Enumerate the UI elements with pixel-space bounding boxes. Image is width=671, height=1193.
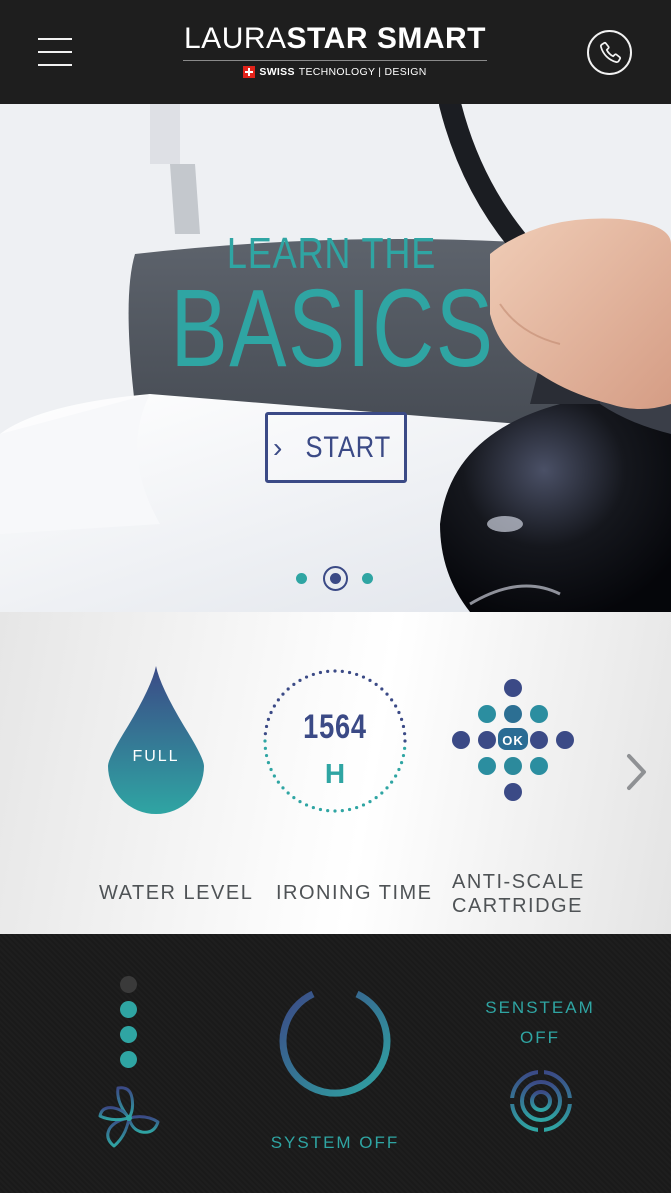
- ring-dot: [355, 805, 359, 810]
- ring-dot: [292, 682, 296, 686]
- ring-dot: [304, 675, 309, 679]
- ring-dot: [281, 692, 285, 696]
- diamond-dot: [504, 783, 522, 801]
- ring-dot: [340, 669, 344, 673]
- ring-dot: [399, 717, 404, 721]
- hero-banner: LEARN THE BASICS › START: [0, 104, 671, 612]
- chevron-right-icon[interactable]: [624, 752, 650, 792]
- ring-dot: [333, 669, 337, 673]
- ring-dot: [390, 698, 394, 702]
- diamond-dot: [556, 731, 574, 749]
- diamond-dot: [504, 705, 522, 723]
- diamond-dot: [478, 705, 496, 723]
- diamond-dot: [478, 757, 496, 775]
- anti-scale-value: OK: [502, 733, 524, 748]
- ring-dot: [403, 739, 407, 743]
- sensteam-state: OFF: [520, 1028, 560, 1047]
- ironing-hours-value: 1564: [303, 708, 367, 746]
- carousel-dot-1[interactable]: [296, 573, 307, 584]
- water-drop-icon: [108, 666, 204, 814]
- ring-dot: [318, 807, 323, 812]
- diamond-dot: [478, 731, 496, 749]
- hero-title: LEARN THE BASICS: [0, 230, 671, 390]
- system-status-label: SYSTEM OFF: [270, 1133, 400, 1152]
- ring-dot: [340, 809, 344, 813]
- ring-dot: [298, 678, 302, 682]
- ironing-time-label: IRONING TIME: [276, 882, 433, 904]
- brand-logo: LAURASTAR SMART SWISS TECHNOLOGY | DESIG…: [150, 24, 520, 78]
- diamond-dot: [530, 705, 548, 723]
- fan-icon[interactable]: [96, 1084, 162, 1154]
- carousel-dot-2-active[interactable]: [323, 566, 348, 591]
- anti-scale-label: ANTI-SCALE CARTRIDGE: [452, 871, 585, 917]
- ring-dot: [347, 670, 352, 675]
- fan-level-dot: [120, 1026, 137, 1043]
- ring-dot: [403, 746, 407, 750]
- hamburger-menu-icon[interactable]: [38, 38, 72, 66]
- start-button[interactable]: › START: [265, 412, 407, 483]
- ring-dot: [385, 692, 389, 696]
- phone-button[interactable]: [587, 30, 632, 75]
- ring-dot: [264, 753, 269, 758]
- water-level-label: WATER LEVEL: [99, 882, 254, 904]
- ring-dot: [292, 796, 296, 800]
- ring-dot: [326, 809, 330, 813]
- ring-dot: [326, 669, 330, 673]
- phone-icon: [599, 41, 621, 63]
- water-level-value: FULL: [132, 748, 180, 765]
- fan-level-dot: [120, 976, 137, 993]
- ring-dot: [397, 710, 401, 715]
- fan-level-dot: [120, 1001, 137, 1018]
- power-icon[interactable]: [273, 964, 397, 1104]
- swiss-flag-icon: [243, 66, 256, 78]
- carousel-indicator: [296, 566, 376, 591]
- ring-dot: [368, 678, 372, 682]
- target-icon[interactable]: [508, 1068, 574, 1134]
- app-header: LAURASTAR SMART SWISS TECHNOLOGY | DESIG…: [0, 0, 671, 104]
- sensteam-label: SENSTEAM: [485, 998, 595, 1017]
- hero-title-line2: BASICS: [170, 267, 495, 390]
- ring-dot: [269, 710, 273, 715]
- diamond-dot: [452, 731, 470, 749]
- ring-dot: [263, 739, 267, 743]
- ring-dot: [304, 803, 309, 807]
- ring-dot: [298, 800, 302, 804]
- brand-divider: [183, 60, 487, 61]
- diamond-dot: [504, 679, 522, 697]
- ring-dot: [286, 791, 290, 795]
- ring-dot: [264, 724, 269, 729]
- ring-dot: [401, 724, 406, 729]
- ring-dot: [380, 791, 384, 795]
- ring-dot: [263, 746, 267, 750]
- ring-dot: [374, 682, 378, 686]
- ring-dot: [403, 732, 407, 736]
- ring-dot: [286, 687, 290, 691]
- ring-dot: [263, 732, 267, 736]
- ironing-hours-unit: H: [324, 758, 346, 789]
- brand-name: LAURASTAR SMART: [184, 22, 486, 55]
- ring-dot: [266, 717, 271, 721]
- chevron-right-icon: ›: [273, 431, 283, 463]
- brand-tagline: SWISS TECHNOLOGY | DESIGN: [150, 66, 520, 78]
- ring-dot: [347, 807, 352, 812]
- ring-dot: [361, 675, 366, 679]
- ring-dot: [361, 803, 366, 807]
- controls-panel: SYSTEM OFF SENSTEAM OFF: [0, 934, 671, 1193]
- ring-dot: [333, 809, 337, 813]
- ring-dot: [276, 698, 280, 702]
- ring-dot: [374, 796, 378, 800]
- carousel-dot-3[interactable]: [362, 573, 373, 584]
- ring-dot: [368, 800, 372, 804]
- status-panel: FULL WATER LEVEL 1564 H IRONING TIME OK …: [0, 612, 671, 934]
- ring-dot: [380, 687, 384, 691]
- ring-dot: [311, 805, 315, 810]
- ring-dot: [318, 670, 323, 675]
- diamond-dot: [530, 757, 548, 775]
- ring-dot: [355, 672, 359, 677]
- ring-dot: [401, 753, 406, 758]
- diamond-dot: [504, 757, 522, 775]
- ring-dot: [311, 672, 315, 677]
- diamond-dot: [530, 731, 548, 749]
- fan-level-dot: [120, 1051, 137, 1068]
